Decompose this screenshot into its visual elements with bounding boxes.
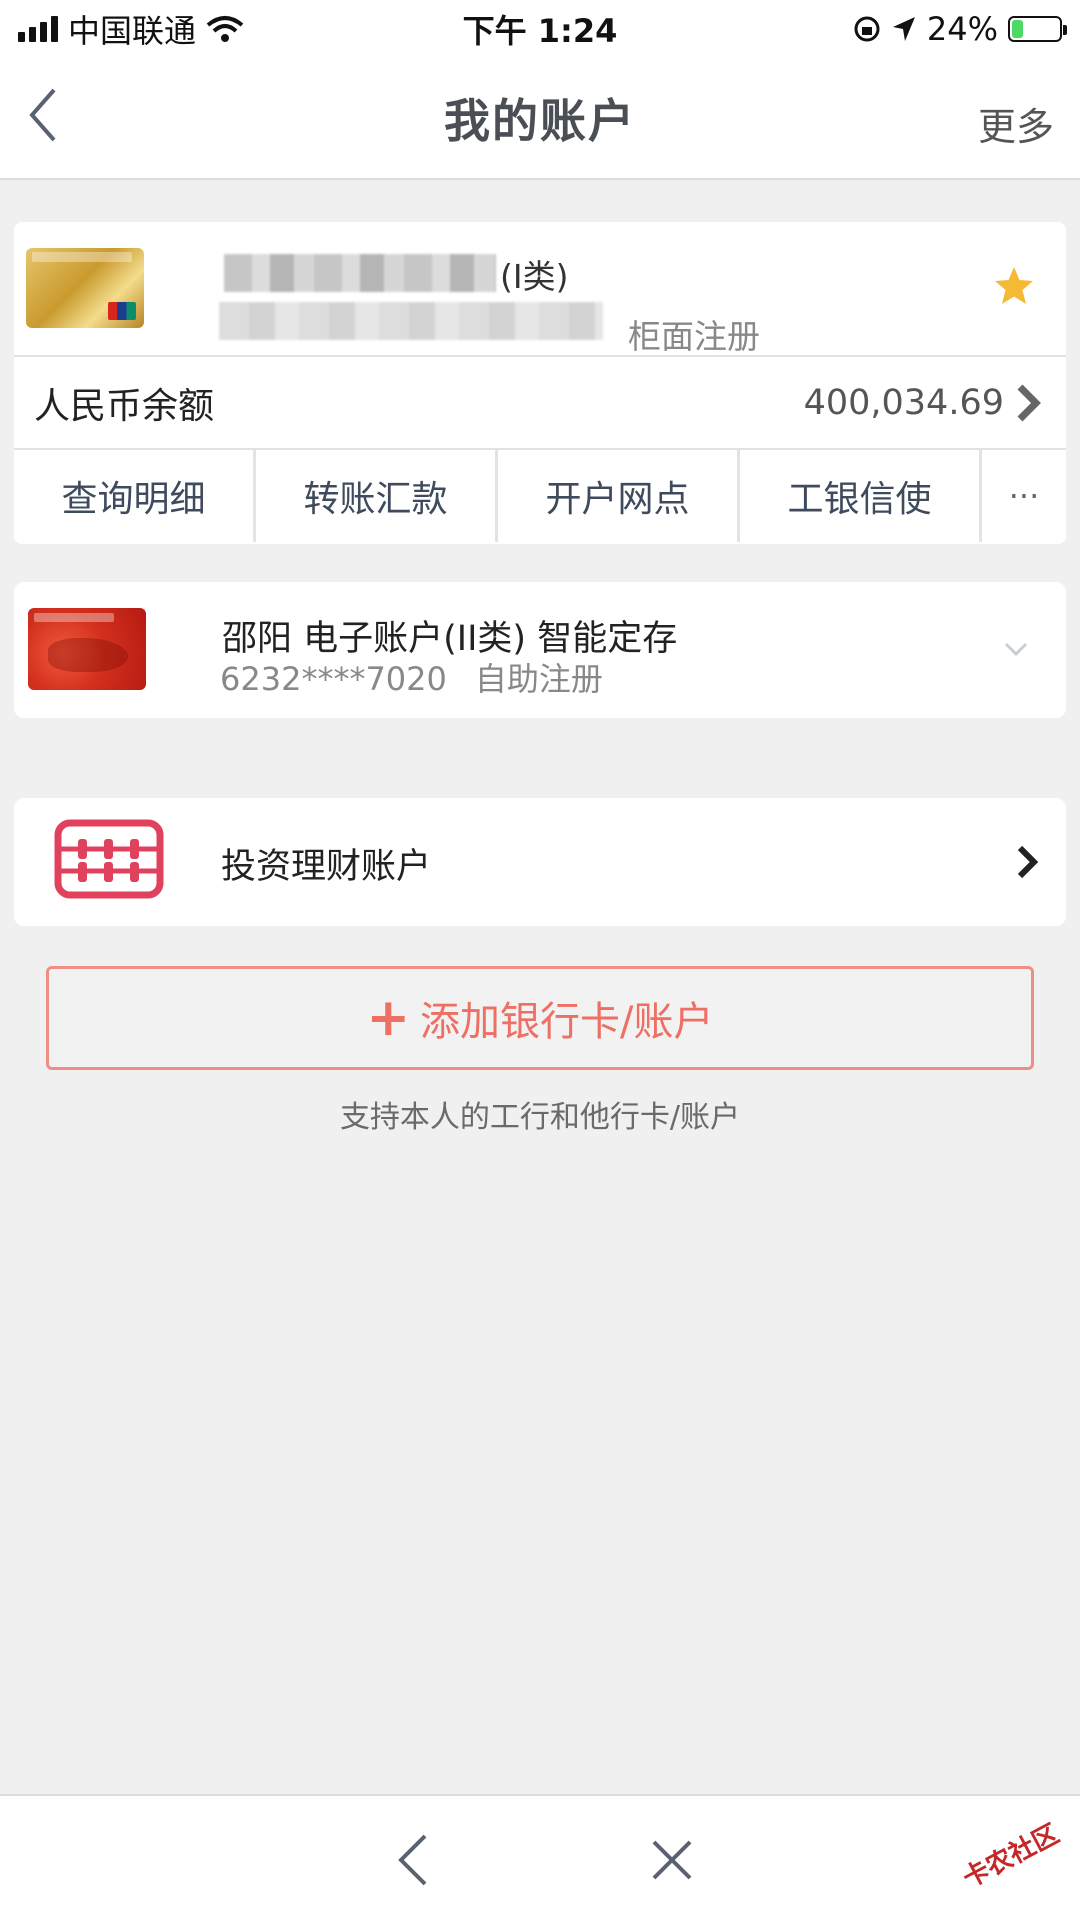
abacus-icon bbox=[54, 819, 164, 899]
back-arrow-icon[interactable] bbox=[395, 1832, 431, 1888]
carrier-label: 中国联通 bbox=[68, 12, 197, 50]
battery-fill bbox=[1012, 20, 1024, 38]
unionpay-logo bbox=[108, 302, 136, 320]
secondary-card-subtitle: 6232****7020 自助注册 bbox=[220, 654, 603, 700]
primary-account-card: (I类) 柜面注册 人民币余额 400,034.69 查询明细 转账汇款 开户网… bbox=[14, 222, 1066, 544]
red-card-image bbox=[28, 608, 146, 690]
action-row: 查询明细 转账汇款 开户网点 工银信使 ··· bbox=[14, 450, 1066, 542]
status-left: 中国联通 bbox=[18, 6, 398, 52]
status-time: 下午 1:24 bbox=[462, 12, 618, 50]
world-map-pattern bbox=[48, 638, 128, 672]
action-query-details[interactable]: 查询明细 bbox=[14, 450, 256, 542]
add-card-hint: 支持本人的工行和他行卡/账户 bbox=[339, 1100, 741, 1135]
add-card-button[interactable]: + 添加银行卡/账户 bbox=[46, 966, 1034, 1070]
star-icon[interactable] bbox=[992, 264, 1036, 308]
bank-logo-strip bbox=[34, 613, 114, 622]
close-icon[interactable] bbox=[650, 1838, 694, 1882]
signal-icon bbox=[18, 16, 58, 42]
secondary-card-registration: 自助注册 bbox=[474, 660, 603, 698]
balance-value: 400,034.69 bbox=[803, 382, 1004, 423]
gold-card-image bbox=[26, 248, 144, 328]
location-icon bbox=[892, 17, 915, 41]
status-bar: 中国联通 下午 1:24 24% bbox=[0, 0, 1080, 58]
registration-label: 柜面注册 bbox=[628, 317, 760, 356]
secondary-card-number: 6232****7020 bbox=[220, 660, 447, 698]
blurred-account-number bbox=[219, 302, 603, 340]
battery-icon bbox=[1008, 16, 1067, 42]
chevron-right-icon bbox=[1017, 384, 1041, 421]
back-icon[interactable] bbox=[14, 80, 74, 150]
page-title: 我的账户 bbox=[444, 94, 636, 148]
status-right: 24% bbox=[682, 10, 1067, 48]
primary-card-header[interactable]: (I类) 柜面注册 bbox=[14, 222, 1066, 357]
add-card-label: 添加银行卡/账户 bbox=[420, 999, 714, 1045]
rotation-lock-icon bbox=[854, 16, 880, 42]
investment-account-label: 投资理财账户 bbox=[221, 847, 432, 887]
nav-bar: 我的账户 更多 bbox=[0, 58, 1080, 180]
more-actions-button[interactable]: ··· bbox=[982, 450, 1066, 542]
action-messenger[interactable]: 工银信使 bbox=[740, 450, 982, 542]
action-branch[interactable]: 开户网点 bbox=[498, 450, 740, 542]
secondary-account-card[interactable]: 邵阳 电子账户(II类) 智能定存 6232****7020 自助注册 bbox=[14, 582, 1066, 718]
action-transfer[interactable]: 转账汇款 bbox=[256, 450, 498, 542]
balance-label: 人民币余额 bbox=[34, 385, 215, 427]
watermark-logo: 卡农社区 bbox=[958, 1819, 1065, 1895]
plus-icon: + bbox=[366, 988, 411, 1048]
investment-account-row[interactable]: 投资理财账户 bbox=[14, 798, 1066, 926]
blurred-account-name bbox=[224, 254, 496, 292]
card-type-label: (I类) bbox=[500, 257, 569, 296]
chevron-right-icon bbox=[1017, 845, 1039, 879]
balance-row[interactable]: 人民币余额 400,034.69 bbox=[14, 357, 1066, 450]
bottom-toolbar: 卡农社区 bbox=[0, 1794, 1080, 1920]
chevron-down-icon[interactable] bbox=[1002, 638, 1030, 660]
wifi-icon bbox=[206, 16, 244, 42]
bank-logo-strip bbox=[32, 252, 132, 262]
more-button[interactable]: 更多 bbox=[978, 96, 1054, 151]
battery-percent: 24% bbox=[926, 10, 998, 48]
